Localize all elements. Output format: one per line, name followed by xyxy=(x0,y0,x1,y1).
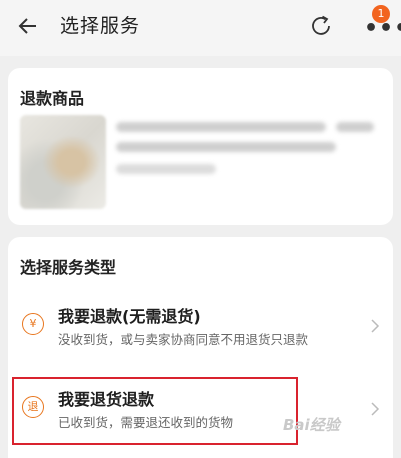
service-section-title: 选择服务类型 xyxy=(20,258,117,277)
option-title: 我要退款(无需退货) xyxy=(58,307,201,326)
notification-badge: 1 xyxy=(372,5,390,23)
refund-goods-card: 退款商品 xyxy=(8,68,393,225)
back-arrow-icon[interactable] xyxy=(14,12,42,40)
refund-only-option[interactable]: ¥ 我要退款(无需退货) 没收到货，或与卖家协商同意不用退货只退款 xyxy=(8,285,393,355)
more-button[interactable]: ••• 1 xyxy=(360,5,401,44)
watermark: Bai经验 xyxy=(283,416,340,434)
refresh-icon[interactable] xyxy=(308,13,334,39)
option-description: 没收到货，或与卖家协商同意不用退货只退款 xyxy=(58,332,309,347)
goods-section-title: 退款商品 xyxy=(20,89,85,108)
page-title: 选择服务 xyxy=(60,15,141,37)
top-bar: 选择服务 ••• 1 xyxy=(0,0,401,56)
chevron-right-icon xyxy=(371,402,380,416)
chevron-right-icon xyxy=(371,319,380,333)
product-thumbnail xyxy=(20,115,106,209)
yuan-refund-icon: ¥ xyxy=(22,313,44,335)
highlight-annotation-box xyxy=(12,377,298,445)
more-icon: ••• xyxy=(364,16,401,41)
